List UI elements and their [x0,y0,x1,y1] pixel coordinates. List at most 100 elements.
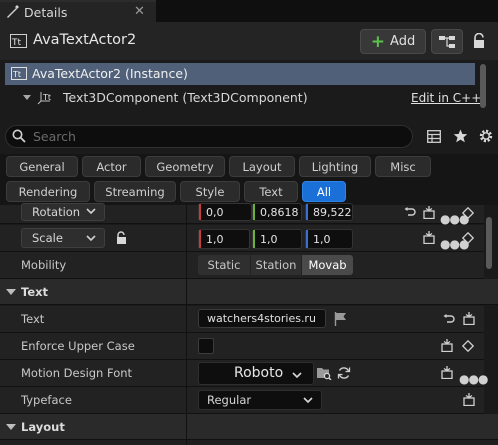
collapse-arrow-icon [6,424,16,430]
svg-text:Tt: Tt [42,93,51,102]
filter-streaming[interactable]: Streaming [94,181,176,202]
tab-label: Details [24,4,68,20]
properties-scrollbar[interactable] [486,217,492,269]
rotation-z-field[interactable]: 89,522 [305,203,353,221]
filter-layout[interactable]: Layout [229,156,295,177]
filter-label: Streaming [105,184,165,199]
diamond-icon[interactable] [462,232,474,244]
rotation-y-field[interactable]: 0,8618 [252,203,302,221]
text3d-component-icon: Tt [37,90,55,105]
chevron-down-icon [86,233,96,243]
tree-scrollbar[interactable] [480,64,486,108]
y-axis-bar [253,230,255,248]
scale-mode-combo[interactable]: Scale [21,228,105,248]
filter-label: Layout [242,159,282,174]
filter-label: Text [259,184,283,199]
reset-arrow-icon[interactable] [443,314,455,324]
tab-details[interactable]: Details ✕ [0,0,156,22]
scale-x-value: 1,0 [206,232,224,246]
text-actor-icon: Tt [10,34,27,48]
rotation-y-value: 0,8618 [260,205,299,219]
tree-item-instance[interactable]: Tt AvaTextActor2 (Instance) [5,63,475,85]
collapse-arrow-icon[interactable] [23,95,31,100]
filter-misc[interactable]: Misc [375,156,431,177]
chevron-down-icon [303,395,313,405]
add-component-button[interactable]: + Add [360,29,426,54]
font-picker[interactable]: Roboto [198,362,314,385]
mobility-label: Mobility [21,258,67,272]
text-label: Text [21,312,45,326]
add-button-label: Add [390,34,416,49]
filter-rendering[interactable]: Rendering [6,181,90,202]
diamond-icon[interactable] [462,340,474,352]
keyframe-icon[interactable] [463,312,475,325]
category-title: Layout [21,420,65,434]
mobility-option-label: Movab [308,258,347,272]
filter-label: All [316,184,332,199]
scale-lock-icon[interactable] [114,231,128,245]
scale-y-field[interactable]: 1,0 [252,229,302,249]
motion-design-font-label: Motion Design Font [21,366,133,380]
more-options-icon[interactable]: ●●● [459,372,488,386]
tree-item-label: AvaTextActor2 (Instance) [32,66,188,81]
diamond-icon[interactable] [462,207,474,219]
favorites-star-icon[interactable] [453,129,468,143]
blueprint-icon [438,35,456,49]
rotation-x-value: 0,0 [206,205,224,219]
rotation-z-value: 89,522 [313,205,352,219]
category-layout[interactable]: Layout [0,414,498,440]
filter-actor[interactable]: Actor [82,156,141,177]
keyframe-icon[interactable] [423,206,435,219]
enforce-upper-case-checkbox[interactable] [198,338,214,354]
tree-item-component[interactable]: Tt Text3DComponent (Text3DComponent) [5,87,405,109]
filter-label: Rendering [18,184,78,199]
keyframe-icon[interactable] [463,393,475,406]
z-axis-bar [306,204,308,220]
scale-z-field[interactable]: 1,0 [305,229,353,249]
filter-geometry[interactable]: Geometry [145,156,225,177]
search-icon [12,129,26,143]
filter-general[interactable]: General [6,156,78,177]
text-value-field[interactable]: watchers4stories.ru [198,309,326,328]
flag-icon[interactable] [334,312,347,326]
filter-label: Geometry [156,159,214,174]
lock-icon[interactable] [471,33,487,49]
reset-arrow-icon[interactable] [404,207,416,217]
rotation-x-field[interactable]: 0,0 [198,203,252,221]
actor-name[interactable]: AvaTextActor2 [33,32,136,48]
close-icon[interactable]: ✕ [134,4,145,19]
refresh-icon[interactable] [337,366,351,380]
rotation-label: Rotation [32,205,81,219]
keyframe-icon[interactable] [441,366,453,379]
filter-all[interactable]: All [302,181,346,202]
plus-icon: + [370,31,386,52]
scale-x-field[interactable]: 1,0 [198,229,250,249]
keyframe-icon[interactable] [441,339,453,352]
keyframe-icon[interactable] [423,231,435,244]
mobility-static[interactable]: Static [198,255,250,275]
blueprint-button[interactable] [431,29,463,54]
filter-lighting[interactable]: Lighting [299,156,371,177]
table-view-icon[interactable] [427,130,441,143]
typeface-combo[interactable]: Regular [198,390,322,410]
scale-y-value: 1,0 [260,232,278,246]
filter-style[interactable]: Style [180,181,240,202]
tree-item-label: Text3DComponent (Text3DComponent) [63,90,308,105]
browse-font-icon[interactable] [316,366,332,380]
settings-gear-icon[interactable] [478,128,494,144]
column-divider[interactable] [186,205,187,445]
edit-in-cpp-link[interactable]: Edit in C++ [411,91,481,105]
rotation-mode-combo[interactable]: Rotation [21,203,105,221]
enforce-upper-case-label: Enforce Upper Case [21,339,135,353]
svg-text:Tt: Tt [12,70,21,79]
mobility-stationary[interactable]: Station [251,255,301,275]
filter-text[interactable]: Text [244,181,298,202]
search-placeholder: Search [33,129,76,144]
mobility-option-label: Station [255,258,297,272]
category-text[interactable]: Text [0,279,498,305]
mobility-option-label: Static [207,258,241,272]
chevron-down-icon [292,370,302,380]
mobility-movable[interactable]: Movab [302,255,353,275]
y-axis-bar [253,204,255,220]
scale-label: Scale [32,231,63,245]
